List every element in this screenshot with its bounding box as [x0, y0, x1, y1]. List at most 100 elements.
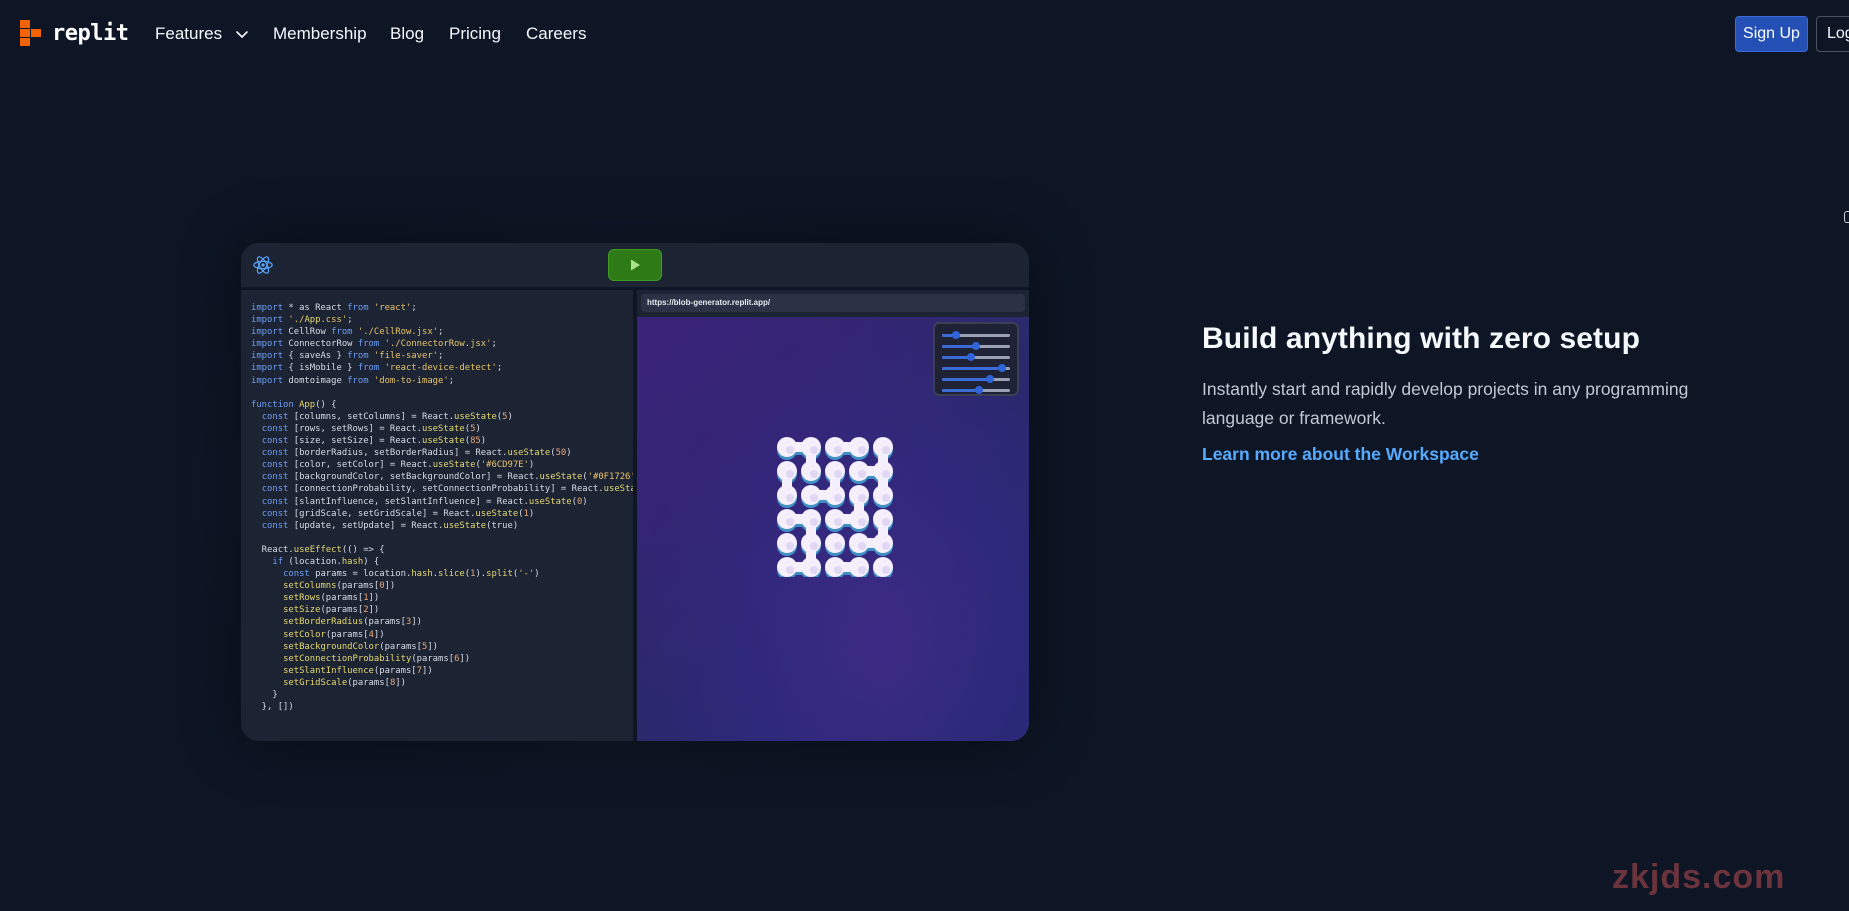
blob-shade [834, 446, 842, 454]
blob-cell [873, 557, 893, 577]
blob-shade [882, 518, 890, 526]
blob-shade [834, 518, 842, 526]
blob-shade [834, 494, 842, 502]
blob-shade [834, 470, 842, 478]
nav-pricing-link[interactable]: Pricing [449, 24, 501, 44]
nav-blog-link[interactable]: Blog [390, 24, 424, 44]
blob-cell [825, 533, 845, 553]
blob-shade [882, 566, 890, 574]
url-bar[interactable]: https://blob-generator.replit.app/ [641, 294, 1025, 312]
blob-shade [882, 542, 890, 550]
code-line: const [borderRadius, setBorderRadius] = … [261, 448, 572, 459]
replit-logo[interactable]: replit [20, 20, 129, 46]
code-line: const [slantInfluence, setSlantInfluence… [261, 496, 588, 507]
blob-shade [810, 494, 818, 502]
blob-shade [882, 446, 890, 454]
code-line: setColor(params[4]) [283, 629, 385, 640]
code-line: setSize(params[2]) [283, 605, 380, 616]
code-line: React.useEffect(() => { [251, 544, 385, 555]
play-icon [631, 259, 640, 271]
code-line: import CellRow from './CellRow.jsx'; [251, 327, 444, 338]
code-line: import './App.css'; [251, 315, 353, 326]
blob-layer [777, 440, 893, 577]
blob-shade [786, 518, 794, 526]
control-slider[interactable] [942, 341, 1010, 352]
logo-text: replit [52, 20, 129, 46]
top-nav: replit Features Membership Blog Pricing … [0, 0, 1849, 70]
code-line: }, []) [251, 702, 294, 713]
blob-shade [786, 566, 794, 574]
chevron-down-icon [236, 31, 248, 38]
code-line: setGridScale(params[8]) [283, 677, 406, 688]
watermark-text: zkjds.com [1612, 858, 1786, 896]
slider-knob[interactable] [985, 375, 994, 383]
code-line: const [update, setUpdate] = React.useSta… [261, 520, 519, 531]
blob-shade [858, 542, 866, 550]
hero-description: Instantly start and rapidly develop proj… [1202, 379, 1689, 428]
slider-knob[interactable] [951, 331, 960, 339]
webview-canvas [637, 317, 1029, 741]
blob-shade [858, 518, 866, 526]
blob-shade [858, 446, 866, 454]
blob-cell [777, 533, 797, 553]
code-line: import { isMobile } from 'react-device-d… [251, 363, 503, 374]
control-slider[interactable] [942, 374, 1010, 385]
code-line: function App() { [251, 399, 337, 410]
blob-shade [786, 494, 794, 502]
slider-knob[interactable] [975, 386, 984, 394]
blob-pattern [777, 437, 893, 577]
blob-shade [834, 566, 842, 574]
code-editor[interactable]: import * as React from 'react'; import '.… [241, 290, 633, 741]
slider-knob[interactable] [966, 353, 975, 361]
log-in-button[interactable]: Log In [1816, 16, 1849, 52]
slider-knob[interactable] [997, 364, 1006, 372]
code-line: import * as React from 'react'; [251, 303, 417, 313]
blob-shade [882, 494, 890, 502]
code-line: const [columns, setColumns] = React.useS… [261, 411, 513, 422]
code-line: setRows(params[1]) [283, 593, 380, 604]
blob-shade [786, 542, 794, 550]
hero-title: Build anything with zero setup [1202, 322, 1640, 355]
sign-up-button[interactable]: Sign Up [1735, 16, 1808, 52]
code-line: import ConnectorRow from './ConnectorRow… [251, 339, 497, 350]
blob-shade [810, 518, 818, 526]
code-line: const [color, setColor] = React.useState… [261, 460, 535, 471]
workspace-header [241, 243, 1029, 287]
code-line: import domtoimage from 'dom-to-image'; [251, 375, 455, 386]
code-line: const [gridScale, setGridScale] = React.… [261, 508, 535, 519]
blob-shade [834, 542, 842, 550]
webview-pane: https://blob-generator.replit.app/ [637, 290, 1029, 741]
nav-careers-link[interactable]: Careers [526, 24, 586, 44]
control-slider[interactable] [942, 330, 1010, 341]
run-button[interactable] [608, 249, 662, 281]
workspace-mockup: import * as React from 'react'; import '.… [241, 243, 1029, 741]
code-line: if (location.hash) { [272, 556, 380, 567]
code-line: import { saveAs } from 'file-saver'; [251, 351, 444, 362]
code-line: const [rows, setRows] = React.useState(5… [261, 423, 481, 434]
blob-shade [882, 470, 890, 478]
control-slider[interactable] [942, 352, 1010, 363]
nav-features-menu[interactable]: Features [155, 24, 250, 44]
learn-more-workspace-link[interactable]: Learn more about the Workspace [1202, 444, 1479, 465]
code-line: const [backgroundColor, setBackgroundCol… [261, 472, 633, 483]
blob-shade [858, 566, 866, 574]
code-line: setConnectionProbability(params[6]) [283, 653, 471, 664]
code-line: const params = location.hash.slice(1).sp… [283, 569, 540, 580]
replit-logo-icon [20, 20, 44, 46]
code-line: setSlantInfluence(params[7]) [283, 665, 433, 676]
blob-shade [810, 470, 818, 478]
code-line: setColumns(params[0]) [283, 581, 396, 592]
blob-shade [858, 494, 866, 502]
blob-shade [786, 446, 794, 454]
slider-knob[interactable] [972, 342, 980, 350]
nav-membership-link[interactable]: Membership [273, 24, 367, 44]
control-slider[interactable] [942, 385, 1010, 396]
blob-shade [810, 566, 818, 574]
scroll-indicator [1844, 211, 1849, 223]
code-content: import * as React from 'react'; import '.… [251, 302, 633, 713]
nav-features-label: Features [155, 24, 223, 43]
react-icon [253, 256, 273, 274]
control-slider[interactable] [942, 363, 1010, 374]
